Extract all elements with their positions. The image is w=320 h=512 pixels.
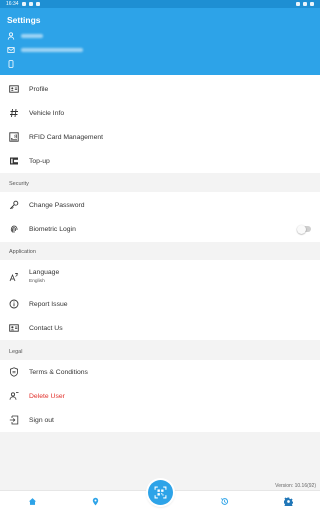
rfid-card-icon — [9, 132, 19, 142]
wallet-icon — [9, 156, 19, 166]
history-icon — [220, 497, 228, 505]
menu-item-change-password[interactable]: Change Password — [0, 193, 320, 217]
notification-icon — [21, 2, 26, 6]
home-icon — [28, 497, 36, 505]
user-name-row — [7, 32, 43, 40]
wifi-icon — [296, 2, 300, 6]
top-up-label: Top-up — [29, 157, 50, 165]
envelope-icon — [7, 47, 15, 53]
contact-card-icon — [9, 323, 19, 333]
translate-icon — [9, 272, 19, 282]
shield-icon — [9, 367, 19, 377]
id-card-icon — [9, 84, 19, 94]
person-icon — [7, 32, 15, 40]
contact-us-label: Contact Us — [29, 324, 63, 332]
location-icon — [92, 497, 98, 505]
delete-user-label: Delete User — [29, 392, 65, 400]
application-section: Language English Report Issue Contact Us — [0, 260, 320, 340]
application-heading: Application — [9, 249, 36, 255]
menu-item-biometric-login: Biometric Login — [0, 217, 320, 241]
security-section: Change Password Biometric Login — [0, 192, 320, 242]
report-issue-label: Report Issue — [29, 300, 68, 308]
menu-item-terms[interactable]: Terms & Conditions — [0, 360, 320, 384]
qr-scan-button[interactable] — [148, 480, 173, 505]
user-email-redacted — [21, 48, 83, 52]
biometric-toggle[interactable] — [297, 224, 311, 234]
menu-item-rfid[interactable]: RFID Card Management — [0, 125, 320, 149]
remove-user-icon — [9, 391, 19, 401]
legal-section: Terms & Conditions Delete User Sign out — [0, 360, 320, 432]
app-version: Version: 10.16(92) — [275, 483, 316, 489]
menu-item-language[interactable]: Language English — [0, 263, 320, 291]
status-bar: 16:34 — [0, 0, 320, 8]
language-value: English — [29, 279, 45, 284]
sign-out-icon — [9, 415, 19, 425]
info-icon — [9, 299, 19, 309]
notification-icon — [35, 2, 40, 6]
account-section: Profile Vehicle Info RFID Card Managemen… — [0, 75, 320, 173]
qr-scan-icon — [154, 486, 167, 499]
hash-icon — [9, 108, 19, 118]
nav-home[interactable] — [27, 496, 37, 506]
menu-item-delete-user[interactable]: Delete User — [0, 384, 320, 408]
menu-item-profile[interactable]: Profile — [0, 77, 320, 101]
phone-icon — [8, 60, 14, 68]
settings-icon — [283, 496, 293, 506]
signal-icon — [303, 2, 307, 6]
sign-out-label: Sign out — [29, 416, 54, 424]
menu-item-top-up[interactable]: Top-up — [0, 149, 320, 173]
change-password-label: Change Password — [29, 201, 85, 209]
biometric-login-label: Biometric Login — [29, 225, 76, 233]
profile-label: Profile — [29, 85, 49, 93]
battery-icon — [310, 2, 314, 6]
user-phone-row — [7, 60, 15, 68]
key-icon — [9, 200, 19, 210]
language-label: Language — [29, 269, 60, 276]
nav-settings[interactable] — [283, 496, 293, 506]
toggle-knob — [297, 224, 306, 234]
menu-item-vehicle-info[interactable]: Vehicle Info — [0, 101, 320, 125]
nav-map[interactable] — [90, 496, 100, 506]
security-heading: Security — [9, 181, 29, 187]
terms-label: Terms & Conditions — [29, 368, 88, 376]
user-name-redacted — [21, 34, 43, 38]
settings-header: Settings — [0, 8, 320, 75]
nav-history[interactable] — [219, 496, 229, 506]
menu-item-sign-out[interactable]: Sign out — [0, 408, 320, 432]
menu-item-report-issue[interactable]: Report Issue — [0, 292, 320, 316]
rfid-label: RFID Card Management — [29, 133, 104, 141]
menu-item-contact-us[interactable]: Contact Us — [0, 316, 320, 340]
user-email-row — [7, 46, 83, 54]
notification-icon — [28, 2, 33, 6]
vehicle-info-label: Vehicle Info — [29, 109, 65, 117]
status-time: 16:34 — [6, 1, 19, 7]
page-title: Settings — [7, 15, 41, 25]
fingerprint-icon — [9, 224, 19, 234]
legal-heading: Legal — [9, 349, 23, 355]
